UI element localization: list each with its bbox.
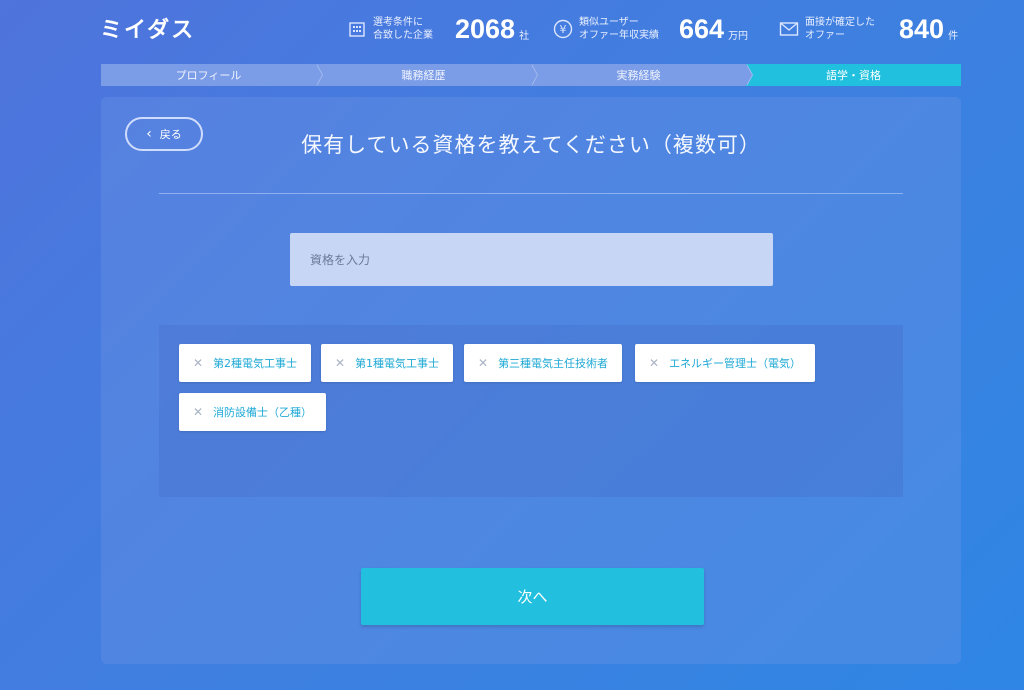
stat-label-line1: 類似ユーザー bbox=[579, 17, 639, 28]
stat-unit: 件 bbox=[948, 30, 959, 42]
step-label: 職務経歴 bbox=[401, 69, 446, 82]
stat-offer-salary: ¥ 類似ユーザーオファー年収実績 664 万円 bbox=[553, 12, 748, 46]
yen-icon: ¥ bbox=[553, 19, 573, 39]
stat-unit: 社 bbox=[519, 30, 530, 42]
stat-value: 2068 bbox=[455, 13, 516, 44]
logo[interactable]: ミイダス bbox=[100, 12, 195, 44]
tag-label: 第三種電気主任技術者 bbox=[498, 357, 609, 370]
divider bbox=[159, 193, 903, 194]
tag-item: ✕ 第1種電気工事士 bbox=[321, 344, 454, 382]
tag-item: ✕ 消防設備士（乙種） bbox=[179, 393, 327, 431]
stat-label-line1: 選考条件に bbox=[373, 17, 423, 28]
step-label: 語学・資格 bbox=[826, 69, 881, 82]
stat-matching-companies: 選考条件に合致した企業 2068 社 bbox=[347, 12, 529, 46]
selected-tags-area: ✕ 第2種電気工事士 ✕ 第1種電気工事士 ✕ 第三種電気主任技術者 ✕ エネル… bbox=[159, 325, 903, 497]
stat-label-line2: オファー bbox=[805, 30, 845, 41]
remove-tag-icon[interactable]: ✕ bbox=[478, 356, 488, 370]
tag-label: 第2種電気工事士 bbox=[213, 357, 298, 370]
stat-value: 664 bbox=[679, 13, 725, 44]
tag-item: ✕ 第2種電気工事士 bbox=[179, 344, 312, 382]
tag-label: エネルギー管理士（電気） bbox=[669, 357, 802, 370]
header: ミイダス 選考条件に合致した企業 2068 社 ¥ 類似ユーザーオファー年収実績… bbox=[0, 0, 1024, 58]
step-language-qualification: 語学・資格 bbox=[746, 64, 961, 86]
stat-label-line2: オファー年収実績 bbox=[579, 30, 659, 41]
remove-tag-icon[interactable]: ✕ bbox=[193, 405, 203, 419]
stat-unit: 万円 bbox=[728, 30, 749, 42]
progress-steps: プロフィール 職務経歴 実務経験 語学・資格 bbox=[101, 64, 961, 86]
step-label: プロフィール bbox=[175, 69, 242, 82]
question-card: ‹ 戻る 保有している資格を教えてください（複数可） ✕ 第2種電気工事士 ✕ … bbox=[101, 97, 961, 664]
remove-tag-icon[interactable]: ✕ bbox=[335, 356, 345, 370]
tag-label: 消防設備士（乙種） bbox=[213, 406, 313, 419]
stat-confirmed-interviews: 面接が確定した オファー 840 件 bbox=[779, 12, 958, 46]
svg-text:¥: ¥ bbox=[560, 23, 567, 36]
stat-value: 840 bbox=[899, 13, 945, 44]
tag-item: ✕ エネルギー管理士（電気） bbox=[635, 344, 816, 382]
mail-icon bbox=[779, 19, 799, 39]
stat-label-line1: 面接が確定した bbox=[805, 17, 875, 28]
stat-label-line2: 合致した企業 bbox=[373, 30, 433, 41]
step-experience: 実務経験 bbox=[531, 64, 753, 86]
step-work-history: 職務経歴 bbox=[316, 64, 538, 86]
remove-tag-icon[interactable]: ✕ bbox=[193, 356, 203, 370]
step-label: 実務経験 bbox=[616, 69, 661, 82]
next-button[interactable]: 次へ bbox=[361, 568, 704, 625]
remove-tag-icon[interactable]: ✕ bbox=[649, 356, 659, 370]
tag-label: 第1種電気工事士 bbox=[355, 357, 440, 370]
step-profile: プロフィール bbox=[101, 64, 323, 86]
qualification-input[interactable] bbox=[290, 233, 773, 286]
page-title: 保有している資格を教えてください（複数可） bbox=[301, 133, 761, 157]
building-icon bbox=[347, 19, 367, 39]
tag-item: ✕ 第三種電気主任技術者 bbox=[464, 344, 623, 382]
